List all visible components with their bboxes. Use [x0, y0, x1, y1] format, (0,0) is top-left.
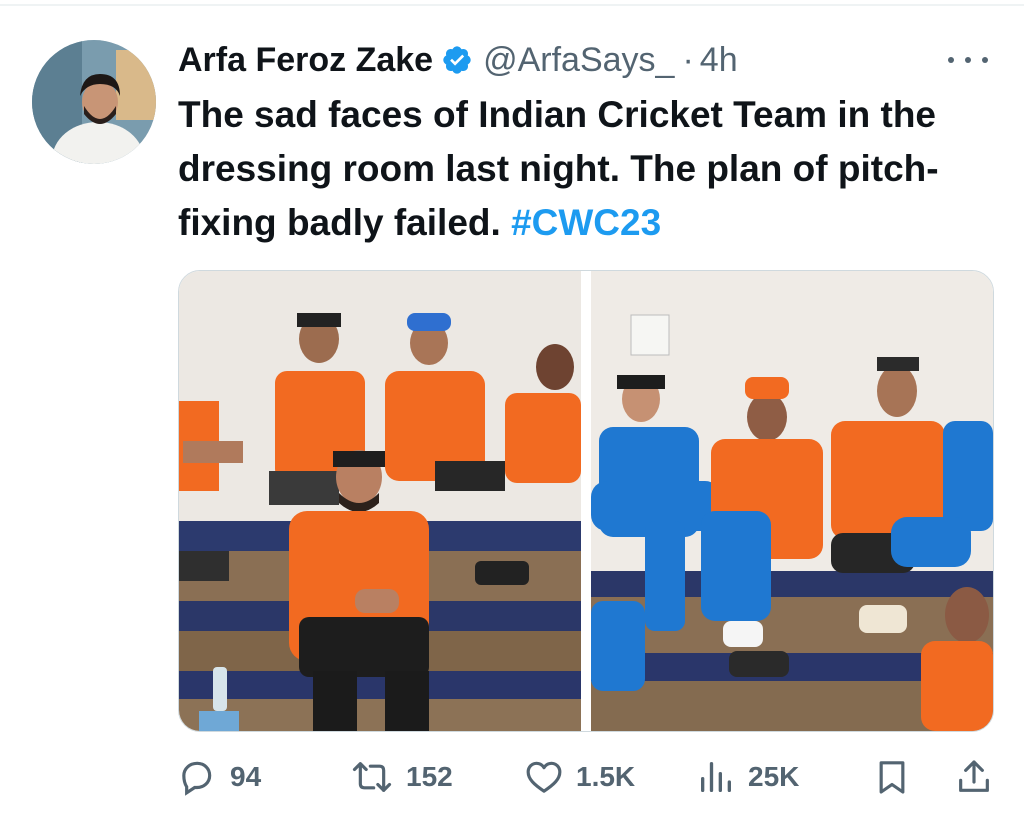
- author-handle[interactable]: @ArfaSays_: [483, 41, 674, 80]
- views-icon: [701, 762, 731, 792]
- share-button[interactable]: [954, 752, 1006, 802]
- author-name[interactable]: Arfa Feroz Zake: [178, 41, 433, 80]
- tweet-media[interactable]: [178, 270, 994, 732]
- reply-icon: [182, 761, 212, 796]
- views-button[interactable]: 25K: [696, 752, 799, 802]
- separator-dot: ·: [682, 40, 694, 79]
- bookmark-icon: [879, 761, 905, 794]
- tweet-timestamp[interactable]: 4h: [700, 41, 738, 80]
- repost-count: 152: [406, 761, 453, 792]
- top-divider: [0, 4, 1024, 6]
- hashtag-link[interactable]: #CWC23: [511, 202, 661, 243]
- avatar[interactable]: [32, 40, 156, 164]
- reply-button[interactable]: 94: [178, 752, 261, 802]
- dressing-room-photo-left: [179, 271, 581, 731]
- dressing-room-photo-right: [591, 271, 993, 731]
- share-icon: [959, 760, 989, 792]
- photo-left[interactable]: [179, 271, 581, 731]
- tweet-text: The sad faces of Indian Cricket Team in …: [178, 88, 998, 250]
- like-button[interactable]: 1.5K: [524, 752, 635, 802]
- tweet-header: Arfa Feroz Zake @ArfaSays_ · 4h: [178, 36, 738, 84]
- heart-icon: [526, 761, 562, 793]
- repost-button[interactable]: 152: [350, 752, 453, 802]
- more-icon[interactable]: [948, 48, 988, 72]
- views-count: 25K: [748, 761, 800, 792]
- reply-count: 94: [230, 761, 262, 792]
- verified-badge-icon: [443, 46, 471, 74]
- photo-right[interactable]: [591, 271, 993, 731]
- repost-icon: [352, 762, 392, 792]
- tweet-actions: 94 152 1.5K 25K: [178, 752, 998, 802]
- avatar-image: [32, 40, 156, 164]
- like-count: 1.5K: [576, 761, 636, 792]
- bookmark-button[interactable]: [872, 752, 924, 802]
